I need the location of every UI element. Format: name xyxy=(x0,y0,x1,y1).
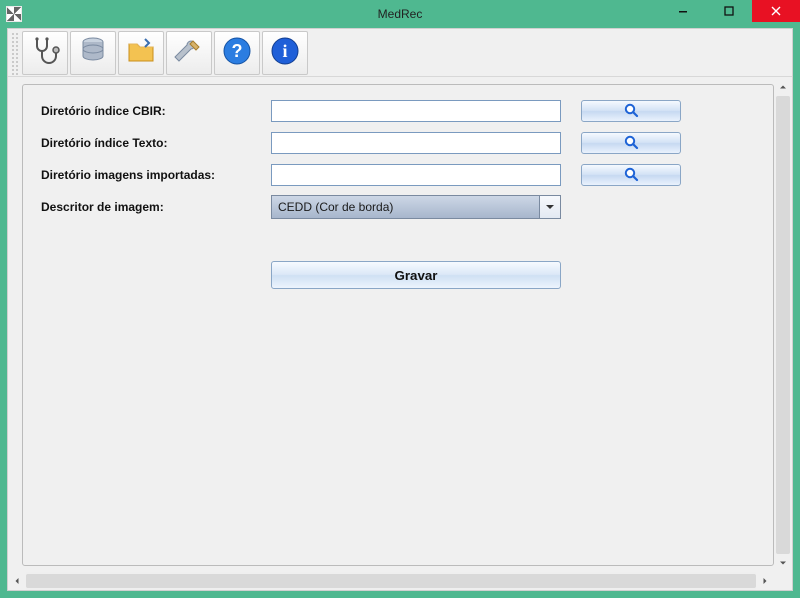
vertical-scrollbar[interactable] xyxy=(774,78,792,572)
toolbar-tools-button[interactable] xyxy=(166,31,212,75)
label-cbir-dir: Diretório índice CBIR: xyxy=(41,104,271,118)
database-icon xyxy=(77,35,109,70)
help-icon: ? xyxy=(221,35,253,70)
scroll-corner xyxy=(774,572,792,590)
info-icon: i xyxy=(269,35,301,70)
folder-icon xyxy=(125,35,157,70)
browse-text-button[interactable] xyxy=(581,132,681,154)
label-imported-dir: Diretório imagens importadas: xyxy=(41,168,271,182)
maximize-button[interactable] xyxy=(706,0,752,22)
window-controls xyxy=(660,0,800,22)
row-imported-dir: Diretório imagens importadas: xyxy=(41,163,755,187)
app-window: MedRec xyxy=(0,0,800,598)
toolbar-grip xyxy=(10,31,20,75)
client-area: ? i Diretório índice CBIR: xyxy=(7,28,793,591)
toolbar: ? i xyxy=(8,29,792,77)
close-button[interactable] xyxy=(752,0,800,22)
search-icon xyxy=(623,134,639,153)
stethoscope-icon xyxy=(29,35,61,70)
browse-cbir-button[interactable] xyxy=(581,100,681,122)
chevron-down-icon[interactable] xyxy=(539,195,561,219)
input-text-dir[interactable] xyxy=(271,132,561,154)
scroll-up-button[interactable] xyxy=(774,78,792,96)
toolbar-database-button[interactable] xyxy=(70,31,116,75)
settings-panel: Diretório índice CBIR: Diretório índice … xyxy=(22,84,774,566)
app-icon xyxy=(6,6,22,22)
tools-icon xyxy=(173,35,205,70)
v-scroll-thumb[interactable] xyxy=(776,96,790,554)
search-icon xyxy=(623,166,639,185)
row-descriptor: Descritor de imagem: CEDD (Cor de borda) xyxy=(41,195,755,219)
input-imported-dir[interactable] xyxy=(271,164,561,186)
h-scroll-thumb[interactable] xyxy=(26,574,756,588)
save-row: Gravar xyxy=(41,261,755,289)
content-viewport: Diretório índice CBIR: Diretório índice … xyxy=(8,78,774,572)
scroll-right-button[interactable] xyxy=(756,572,774,590)
toolbar-stethoscope-button[interactable] xyxy=(22,31,68,75)
input-cbir-dir[interactable] xyxy=(271,100,561,122)
h-scroll-track[interactable] xyxy=(26,572,756,590)
label-text-dir: Diretório índice Texto: xyxy=(41,136,271,150)
toolbar-folder-button[interactable] xyxy=(118,31,164,75)
label-descriptor: Descritor de imagem: xyxy=(41,200,271,214)
toolbar-help-button[interactable]: ? xyxy=(214,31,260,75)
v-scroll-track[interactable] xyxy=(774,96,792,554)
search-icon xyxy=(623,102,639,121)
save-button[interactable]: Gravar xyxy=(271,261,561,289)
toolbar-info-button[interactable]: i xyxy=(262,31,308,75)
horizontal-scrollbar[interactable] xyxy=(8,572,774,590)
browse-imported-button[interactable] xyxy=(581,164,681,186)
descriptor-selected: CEDD (Cor de borda) xyxy=(271,195,561,219)
svg-text:?: ? xyxy=(232,41,243,61)
scroll-down-button[interactable] xyxy=(774,554,792,572)
titlebar: MedRec xyxy=(0,0,800,28)
svg-text:i: i xyxy=(282,41,287,61)
row-text-dir: Diretório índice Texto: xyxy=(41,131,755,155)
minimize-button[interactable] xyxy=(660,0,706,22)
descriptor-combobox[interactable]: CEDD (Cor de borda) xyxy=(271,195,561,219)
scroll-left-button[interactable] xyxy=(8,572,26,590)
work-area: Diretório índice CBIR: Diretório índice … xyxy=(8,78,792,590)
row-cbir-dir: Diretório índice CBIR: xyxy=(41,99,755,123)
